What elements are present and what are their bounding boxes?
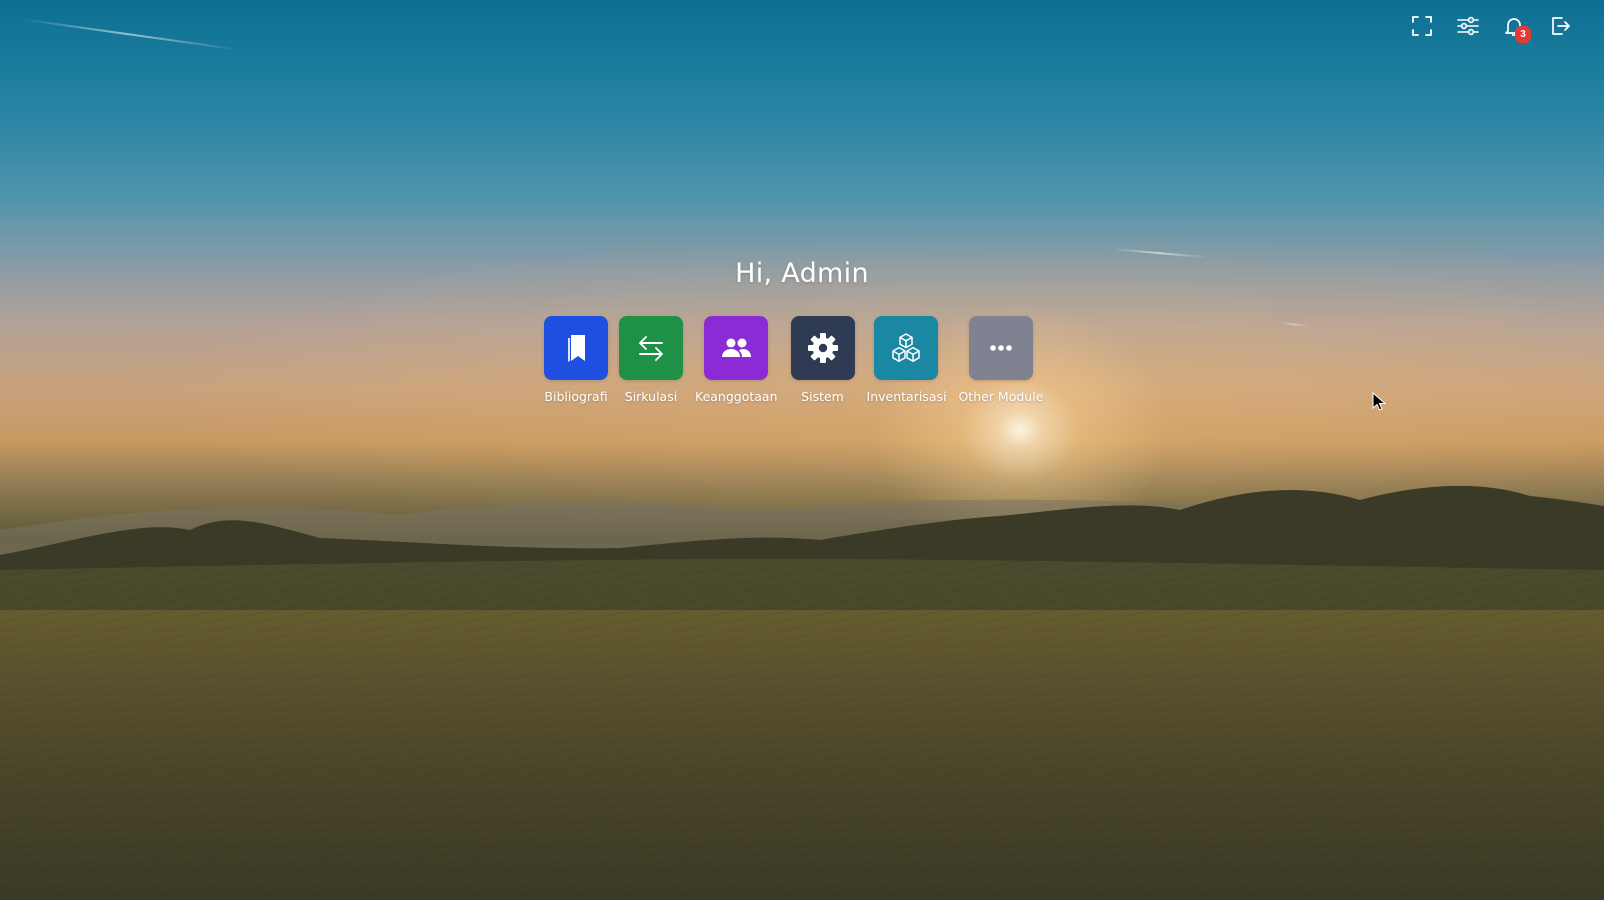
notifications-button[interactable]: 3	[1500, 12, 1531, 43]
module-tile[interactable]	[790, 316, 855, 380]
module-sistem[interactable]: Sistem	[790, 316, 855, 404]
logout-button[interactable]	[1546, 12, 1574, 40]
notification-count-badge: 3	[1515, 26, 1531, 43]
module-launcher: Bibliografi Sirkulasi Keanggotaan Sistem…	[544, 316, 1043, 404]
module-tile[interactable]	[704, 316, 769, 380]
module-keanggotaan[interactable]: Keanggotaan	[695, 316, 778, 404]
wheat-field	[0, 560, 1604, 900]
module-inventarisasi[interactable]: Inventarisasi	[866, 316, 947, 404]
settings-button[interactable]	[1454, 12, 1482, 40]
fullscreen-button[interactable]	[1408, 12, 1436, 40]
top-toolbar: 3	[1408, 12, 1574, 43]
cubes-icon	[892, 333, 921, 362]
ellipsis-icon	[990, 345, 1012, 351]
gear-icon	[807, 333, 838, 363]
module-other[interactable]: Other Module	[958, 316, 1043, 404]
module-bibliografi[interactable]: Bibliografi	[544, 316, 608, 404]
module-tile[interactable]	[968, 316, 1033, 380]
contrail	[19, 18, 240, 51]
desktop-background: 3 Hi, Admin Bibliografi Sirkulasi Keangg…	[0, 0, 1604, 900]
greeting-heading: Hi, Admin	[735, 258, 869, 289]
module-label: Other Module	[958, 389, 1044, 404]
bookmark-icon	[568, 335, 585, 362]
logout-icon	[1552, 17, 1570, 35]
mouse-cursor-icon	[1372, 392, 1386, 411]
users-icon	[722, 338, 752, 357]
module-tile[interactable]	[619, 316, 683, 380]
sliders-icon	[1457, 16, 1479, 36]
module-label: Sirkulasi	[624, 389, 678, 404]
module-label: Inventarisasi	[866, 389, 947, 404]
module-label: Bibliografi	[544, 389, 608, 404]
module-tile[interactable]	[874, 316, 939, 380]
module-sirkulasi[interactable]: Sirkulasi	[619, 316, 683, 404]
arrows-exchange-icon	[639, 336, 663, 361]
module-tile[interactable]	[544, 316, 608, 380]
module-label: Keanggotaan	[695, 389, 778, 404]
module-label: Sistem	[801, 389, 844, 404]
fullscreen-icon	[1412, 16, 1432, 36]
